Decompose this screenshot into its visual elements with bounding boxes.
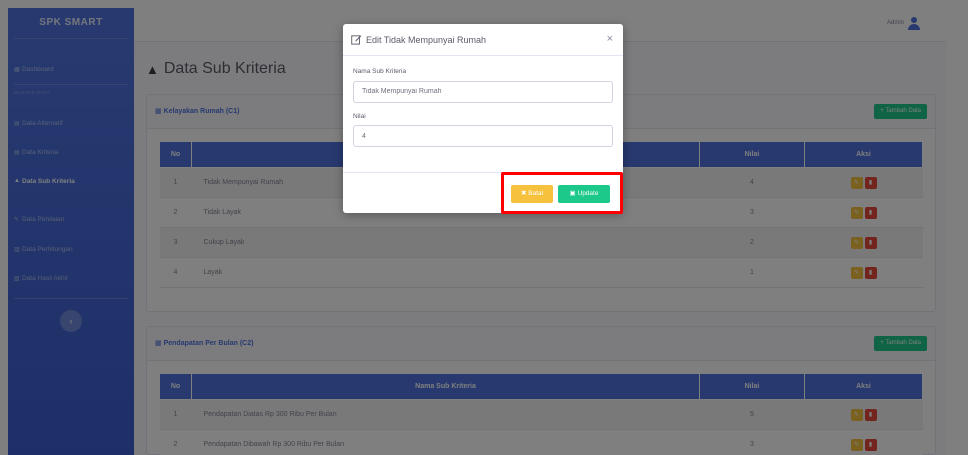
modal-title-text: Edit Tidak Mempunyai Rumah [366,34,487,45]
edit-icon [351,35,362,45]
field-label: Nilai [353,112,366,120]
modal-body: Nama Sub Kriteria Nilai [353,68,613,157]
field-nilai: Nilai [353,112,613,147]
nama-sub-kriteria-input[interactable] [353,80,613,103]
field-nama-sub-kriteria: Nama Sub Kriteria [353,68,613,103]
nilai-input[interactable] [353,125,613,147]
field-label: Nama Sub Kriteria [353,68,407,75]
close-button[interactable]: × [607,33,613,45]
highlight-annotation [501,172,623,214]
modal-title: Edit Tidak Mempunyai Rumah [351,34,486,45]
modal-header: Edit Tidak Mempunyai Rumah × [343,24,623,56]
